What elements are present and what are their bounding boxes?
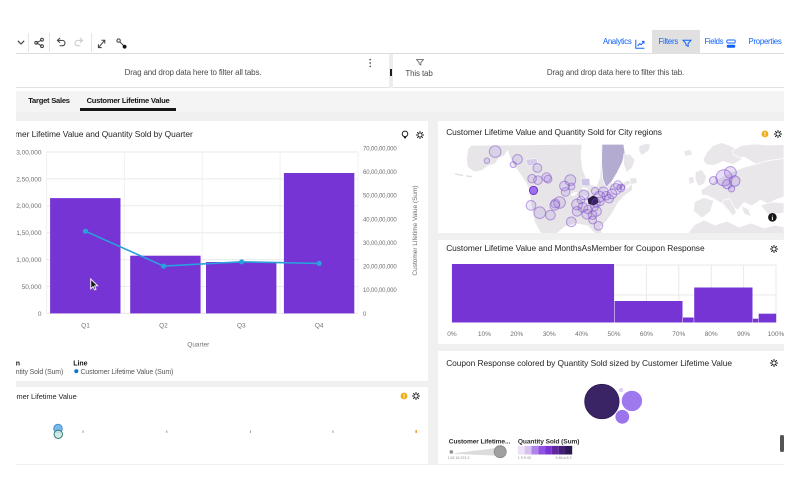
svg-text:Line: Line [73, 360, 87, 367]
svg-text:Quantity Sold (Sum): Quantity Sold (Sum) [16, 369, 63, 376]
svg-text:0%: 0% [447, 331, 457, 338]
svg-text:40%: 40% [575, 331, 588, 338]
svg-text:80%: 80% [705, 331, 718, 338]
svg-text:3 46 a 5 3: 3 46 a 5 3 [556, 456, 572, 460]
svg-text:1,00,000: 1,00,000 [16, 257, 42, 264]
svg-text:20,00,00,000: 20,00,00,000 [363, 264, 397, 270]
svg-text:Q4: Q4 [315, 322, 324, 329]
svg-text:70,00,00,000: 70,00,00,000 [363, 146, 397, 152]
svg-text:Q3: Q3 [237, 322, 246, 329]
svg-text:50,00,00,000: 50,00,00,000 [363, 193, 397, 199]
svg-text:60%: 60% [640, 331, 653, 338]
svg-text:90%: 90% [737, 331, 750, 338]
svg-text:30%: 30% [543, 331, 556, 338]
svg-text:70%: 70% [672, 331, 685, 338]
svg-text:Column: Column [16, 360, 20, 367]
svg-text:1 5 9 43: 1 5 9 43 [518, 456, 531, 460]
svg-text:10,00,00,000: 10,00,00,000 [363, 288, 397, 294]
svg-text:30,00,00,000: 30,00,00,000 [363, 240, 397, 246]
svg-text:50,000: 50,000 [22, 283, 42, 290]
svg-text:0: 0 [363, 311, 367, 317]
svg-text:10%: 10% [478, 331, 491, 338]
svg-text:Q1: Q1 [81, 322, 90, 329]
svg-text:0: 0 [38, 310, 42, 317]
svg-text:100%: 100% [768, 331, 784, 338]
svg-text:i: i [772, 214, 774, 221]
svg-text:Customer Lifetime...: Customer Lifetime... [449, 438, 511, 445]
svg-text:Quarter: Quarter [187, 341, 210, 348]
svg-text:2,50,000: 2,50,000 [16, 176, 42, 183]
svg-text:40,00,00,000: 40,00,00,000 [363, 217, 397, 223]
svg-text:Quantity Sold (Sum): Quantity Sold (Sum) [518, 438, 579, 445]
svg-text:60,00,00,000: 60,00,00,000 [363, 170, 397, 176]
svg-text:50%: 50% [607, 331, 620, 338]
svg-text:2,00,000: 2,00,000 [16, 203, 42, 210]
svg-text:3,00,000: 3,00,000 [16, 149, 42, 156]
svg-text:Customer Lifetime Value (Sum): Customer Lifetime Value (Sum) [412, 185, 419, 275]
svg-text:Q2: Q2 [159, 322, 168, 329]
svg-text:1,50,000: 1,50,000 [16, 230, 42, 237]
svg-text:Customer Lifetime Value (Sum): Customer Lifetime Value (Sum) [81, 369, 174, 376]
svg-text:20%: 20% [510, 331, 523, 338]
svg-text:1 62 16 374 2: 1 62 16 374 2 [448, 456, 470, 460]
